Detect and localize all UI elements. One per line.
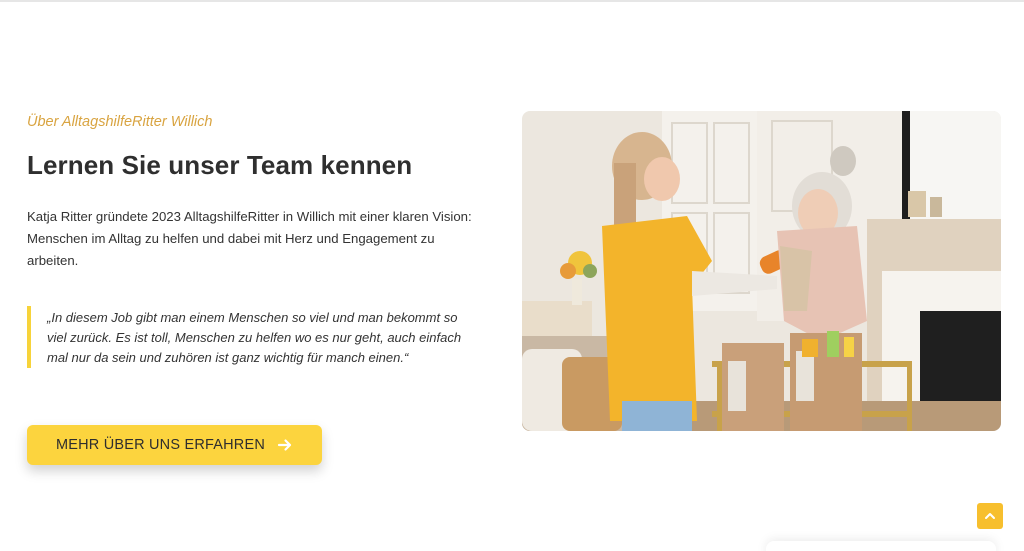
testimonial-quote: „In diesem Job gibt man einem Menschen s… — [27, 306, 477, 368]
quote-text: „In diesem Job gibt man einem Menschen s… — [47, 310, 462, 365]
top-divider — [0, 0, 1024, 2]
team-photo — [522, 111, 1001, 431]
intro-paragraph: Katja Ritter gründete 2023 AlltagshilfeR… — [27, 209, 472, 268]
section-title: Lernen Sie unser Team kennen — [27, 150, 413, 180]
scroll-to-top-button[interactable] — [977, 503, 1003, 529]
section-eyebrow: Über AlltagshilfeRitter Willich — [27, 114, 213, 130]
next-section-card — [766, 541, 996, 551]
chevron-up-icon — [983, 509, 997, 523]
cta-label: MEHR ÜBER UNS ERFAHREN — [55, 437, 266, 453]
more-about-us-button[interactable]: MEHR ÜBER UNS ERFAHREN — [27, 425, 322, 465]
arrow-right-icon — [277, 437, 293, 453]
